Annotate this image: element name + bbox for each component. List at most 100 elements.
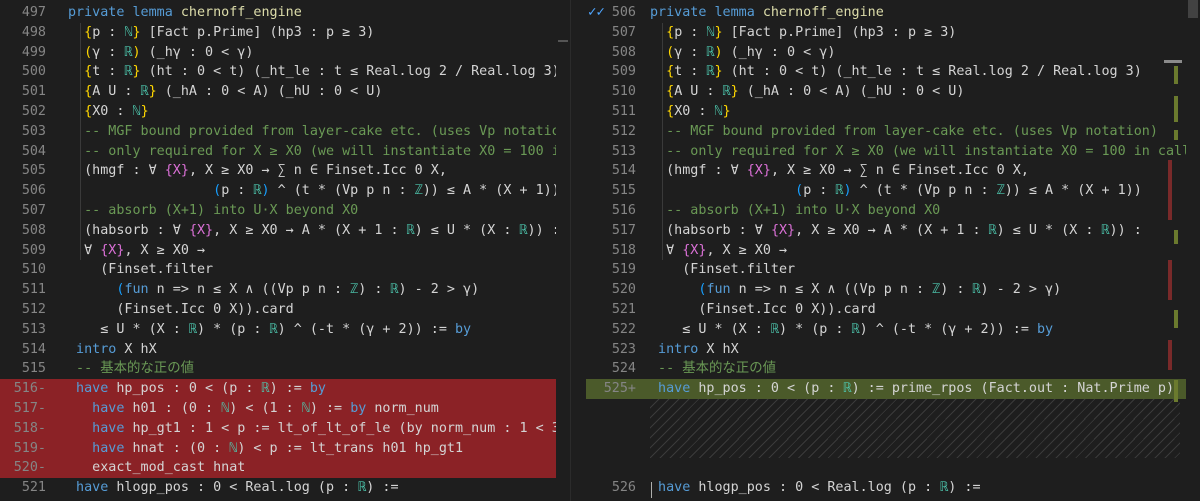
code-text[interactable]: -- 基本的な正の値 (68, 359, 194, 379)
code-line[interactable]: 517- have h01 : (0 : ℕ) < (1 : ℕ) := by … (0, 399, 570, 419)
code-line[interactable]: 507 -- absorb (X+1) into U·X beyond X0 (0, 201, 570, 221)
code-text[interactable]: {t : ℝ} (ht : 0 < t) (_ht_le : t ≤ Real.… (650, 62, 1142, 82)
code-text[interactable]: -- MGF bound provided from layer-cake et… (650, 122, 1158, 142)
code-text[interactable]: -- only required for X ≥ X0 (we will ins… (650, 142, 1198, 162)
left-scroll-thumb[interactable] (558, 40, 568, 42)
code-line[interactable]: 518- have hp_gt1 : 1 < p := lt_of_lt_of_… (0, 418, 570, 439)
code-text[interactable]: (hmgf : ∀ {X}, X ≥ X0 → ∑ n ∈ Finset.Icc… (68, 161, 447, 181)
code-text[interactable]: (fun n => n ≤ X ∧ ((Vp p n : ℤ) : ℝ) - 2… (68, 280, 479, 300)
code-line[interactable]: 506 private lemma chernoff_engine (586, 3, 1200, 23)
code-line[interactable]: 521 have hlogp_pos : 0 < Real.log (p : ℝ… (0, 478, 570, 498)
code-line[interactable]: 514 (hmgf : ∀ {X}, X ≥ X0 → ∑ n ∈ Finset… (586, 161, 1200, 181)
code-line[interactable] (586, 399, 1200, 419)
code-line[interactable] (586, 438, 1200, 459)
code-line[interactable]: 501 {A U : ℝ} (_hA : 0 < A) (_hU : 0 < U… (0, 82, 570, 102)
diff-left-pane[interactable]: 497 private lemma chernoff_engine 498 {p :… (0, 0, 570, 501)
code-line[interactable]: 524 -- 基本的な正の値 (586, 359, 1200, 379)
code-line[interactable]: 507 {p : ℕ} [Fact p.Prime] (hp3 : p ≥ 3) (586, 23, 1200, 43)
code-line[interactable]: 515 -- 基本的な正の値 (0, 359, 570, 379)
code-line[interactable]: 511 (fun n => n ≤ X ∧ ((Vp p n : ℤ) : ℝ)… (0, 280, 570, 300)
code-line[interactable]: 508 (habsorb : ∀ {X}, X ≥ X0 → A * (X + … (0, 221, 570, 241)
code-line[interactable]: 517 (habsorb : ∀ {X}, X ≥ X0 → A * (X + … (586, 221, 1200, 241)
code-text[interactable]: (habsorb : ∀ {X}, X ≥ X0 → A * (X + 1 : … (650, 221, 1142, 241)
code-line[interactable]: 511 {X0 : ℕ} (586, 102, 1200, 122)
code-line[interactable] (586, 418, 1200, 439)
code-line[interactable]: 503 -- MGF bound provided from layer-cak… (0, 122, 570, 142)
code-line[interactable]: 525+ have hp_pos : 0 < (p : ℝ) := prime_… (586, 379, 1200, 399)
code-line[interactable]: 504 -- only required for X ≥ X0 (we will… (0, 142, 570, 162)
right-scrollbar[interactable] (1186, 0, 1200, 501)
code-text[interactable]: (γ : ℝ) (_hγ : 0 < γ) (650, 43, 835, 63)
code-text[interactable]: (hmgf : ∀ {X}, X ≥ X0 → ∑ n ∈ Finset.Icc… (650, 161, 1029, 181)
code-line[interactable]: 516 -- absorb (X+1) into U·X beyond X0 (586, 201, 1200, 221)
code-text[interactable]: (γ : ℝ) (_hγ : 0 < γ) (68, 43, 253, 63)
code-text[interactable]: {t : ℝ} (ht : 0 < t) (_ht_le : t ≤ Real.… (68, 62, 560, 82)
code-text[interactable]: {p : ℕ} [Fact p.Prime] (hp3 : p ≥ 3) (650, 23, 956, 43)
code-text[interactable]: ≤ U * (X : ℝ) * (p : ℝ) ^ (-t * (γ + 2))… (650, 320, 1053, 340)
code-line[interactable]: 519 (Finset.filter (586, 260, 1200, 280)
code-text[interactable]: intro X hX (68, 340, 157, 360)
code-text[interactable]: have hlogp_pos : 0 < Real.log (p : ℝ) := (68, 478, 399, 498)
code-text[interactable]: -- MGF bound provided from layer-cake et… (68, 122, 570, 142)
code-text[interactable]: ∀ {X}, X ≥ X0 → (68, 241, 205, 261)
code-text[interactable]: {A U : ℝ} (_hA : 0 < A) (_hU : 0 < U) (68, 82, 382, 102)
code-line[interactable]: 519- have hnat : (0 : ℕ) < p := lt_trans… (0, 438, 570, 459)
code-text[interactable]: (p : ℝ) ^ (t * (Vp p n : ℤ)) ≤ A * (X + … (650, 181, 1142, 201)
code-text[interactable]: have hp_gt1 : 1 < p := lt_of_lt_of_le (b… (68, 419, 570, 439)
code-line[interactable]: 521 (Finset.Icc 0 X)).card (586, 300, 1200, 320)
code-line[interactable]: 502 {X0 : ℕ} (0, 102, 570, 122)
code-line[interactable]: 513 -- only required for X ≥ X0 (we will… (586, 142, 1200, 162)
code-line[interactable]: 497 private lemma chernoff_engine (0, 3, 570, 23)
code-line[interactable]: 509 ∀ {X}, X ≥ X0 → (0, 241, 570, 261)
code-line[interactable]: 500 {t : ℝ} (ht : 0 < t) (_ht_le : t ≤ R… (0, 62, 570, 82)
code-line[interactable]: 512 -- MGF bound provided from layer-cak… (586, 122, 1200, 142)
code-text[interactable]: (p : ℝ) ^ (t * (Vp p n : ℤ)) ≤ A * (X + … (68, 181, 560, 201)
code-text[interactable]: (habsorb : ∀ {X}, X ≥ X0 → A * (X + 1 : … (68, 221, 560, 241)
code-text[interactable]: have h01 : (0 : ℕ) < (1 : ℕ) := by norm_… (68, 399, 439, 419)
code-text[interactable]: exact_mod_cast hnat (68, 458, 245, 478)
code-text[interactable]: {A U : ℝ} (_hA : 0 < A) (_hU : 0 < U) (650, 82, 964, 102)
code-line[interactable]: 520 (fun n => n ≤ X ∧ ((Vp p n : ℤ) : ℝ)… (586, 280, 1200, 300)
code-line[interactable]: 518 ∀ {X}, X ≥ X0 → (586, 241, 1200, 261)
code-text[interactable]: (Finset.filter (650, 260, 795, 280)
code-text[interactable]: have hnat : (0 : ℕ) < p := lt_trans h01 … (68, 439, 463, 459)
code-line[interactable]: 498 {p : ℕ} [Fact p.Prime] (hp3 : p ≥ 3) (0, 23, 570, 43)
code-text[interactable]: ≤ U * (X : ℝ) * (p : ℝ) ^ (-t * (γ + 2))… (68, 320, 471, 340)
code-text[interactable]: {p : ℕ} [Fact p.Prime] (hp3 : p ≥ 3) (68, 23, 374, 43)
diff-divider[interactable] (570, 0, 587, 501)
left-scrollbar[interactable] (556, 0, 570, 501)
code-text[interactable]: have hp_pos : 0 < (p : ℝ) := by (68, 379, 326, 399)
diff-right-pane[interactable]: 506 private lemma chernoff_engine 507 {p :… (586, 0, 1200, 501)
code-text[interactable]: have hlogp_pos : 0 < Real.log (p : ℝ) := (650, 478, 981, 498)
code-line[interactable]: 505 (hmgf : ∀ {X}, X ≥ X0 → ∑ n ∈ Finset… (0, 161, 570, 181)
code-line[interactable]: 499 (γ : ℝ) (_hγ : 0 < γ) (0, 43, 570, 63)
code-line[interactable]: 514 intro X hX (0, 340, 570, 360)
code-text[interactable]: have hp_pos : 0 < (p : ℝ) := prime_rpos … (650, 379, 1174, 399)
code-text[interactable]: private lemma chernoff_engine (68, 3, 302, 23)
code-line[interactable]: 506 (p : ℝ) ^ (t * (Vp p n : ℤ)) ≤ A * (… (0, 181, 570, 201)
code-line[interactable]: 508 (γ : ℝ) (_hγ : 0 < γ) (586, 43, 1200, 63)
code-line[interactable]: 512 (Finset.Icc 0 X)).card (0, 300, 570, 320)
code-text[interactable]: intro X hX (650, 340, 739, 360)
code-text[interactable]: -- absorb (X+1) into U·X beyond X0 (68, 201, 358, 221)
code-line[interactable] (586, 458, 1200, 478)
code-text[interactable]: (Finset.Icc 0 X)).card (650, 300, 875, 320)
code-line[interactable]: 513 ≤ U * (X : ℝ) * (p : ℝ) ^ (-t * (γ +… (0, 320, 570, 340)
code-line[interactable]: 515 (p : ℝ) ^ (t * (Vp p n : ℤ)) ≤ A * (… (586, 181, 1200, 201)
code-line[interactable]: 510 {A U : ℝ} (_hA : 0 < A) (_hU : 0 < U… (586, 82, 1200, 102)
code-text[interactable]: ∀ {X}, X ≥ X0 → (650, 241, 787, 261)
code-text[interactable]: (Finset.filter (68, 260, 213, 280)
code-line[interactable]: 526 have hlogp_pos : 0 < Real.log (p : ℝ… (586, 478, 1200, 498)
right-scroll-thumb[interactable] (1188, 0, 1198, 18)
code-text[interactable]: -- only required for X ≥ X0 (we will ins… (68, 142, 570, 162)
code-line[interactable]: 523 intro X hX (586, 340, 1200, 360)
code-line[interactable]: 509 {t : ℝ} (ht : 0 < t) (_ht_le : t ≤ R… (586, 62, 1200, 82)
code-line[interactable]: 516- have hp_pos : 0 < (p : ℝ) := by (0, 379, 570, 399)
code-line[interactable]: 520- exact_mod_cast hnat (0, 458, 570, 479)
code-line[interactable]: 522 ≤ U * (X : ℝ) * (p : ℝ) ^ (-t * (γ +… (586, 320, 1200, 340)
code-text[interactable]: (fun n => n ≤ X ∧ ((Vp p n : ℤ) : ℝ) - 2… (650, 280, 1061, 300)
code-line[interactable]: 510 (Finset.filter (0, 260, 570, 280)
code-text[interactable]: (Finset.Icc 0 X)).card (68, 300, 293, 320)
code-text[interactable]: private lemma chernoff_engine (650, 3, 884, 23)
code-text[interactable]: -- 基本的な正の値 (650, 359, 776, 379)
